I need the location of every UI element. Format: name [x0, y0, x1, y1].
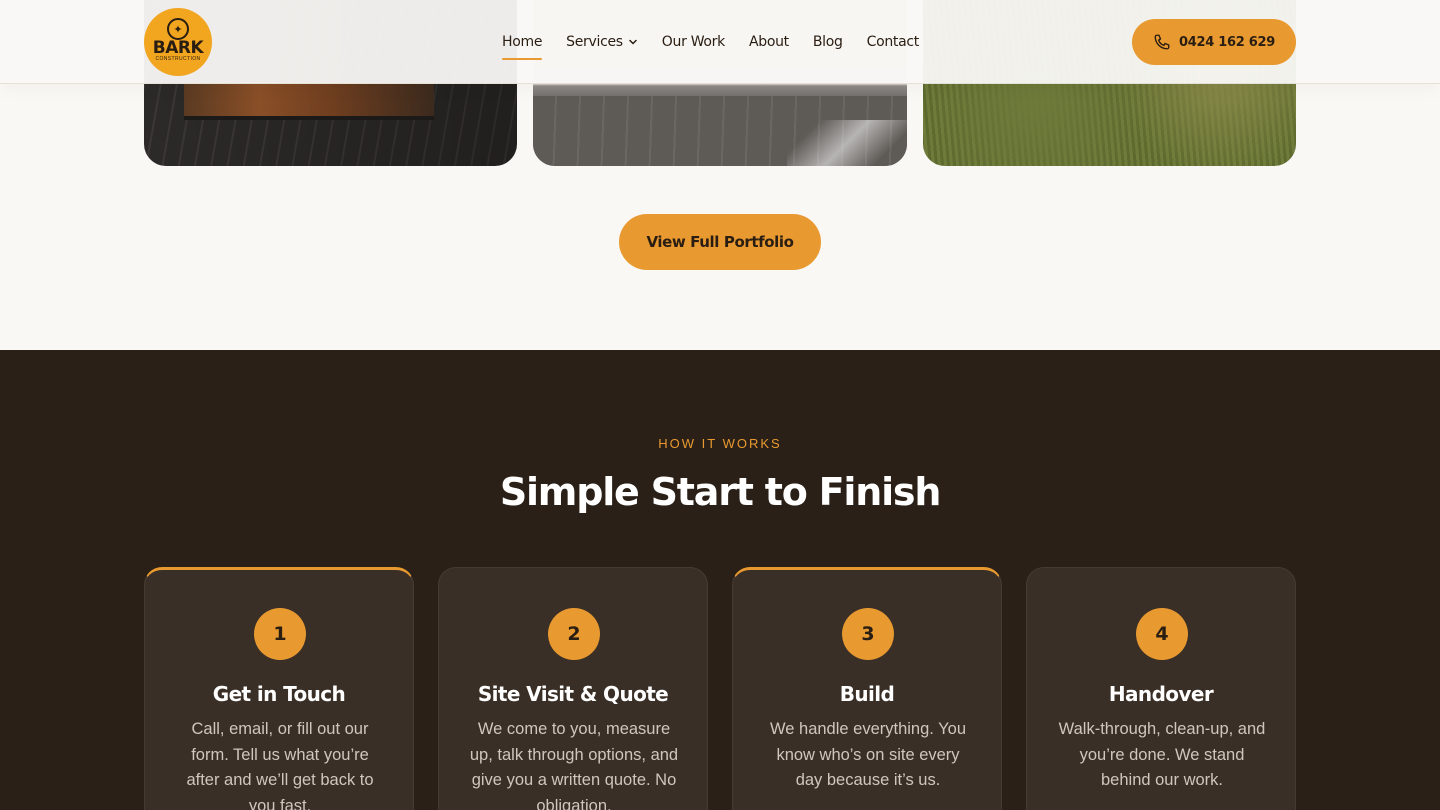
photo-detail-shine [787, 120, 907, 166]
step-description: Call, email, or fill out our form. Tell … [186, 720, 374, 810]
nav-our-work[interactable]: Our Work [662, 30, 725, 54]
how-it-works-section: HOW IT WORKS Simple Start to Finish 1 Ge… [0, 350, 1440, 810]
section-eyebrow: HOW IT WORKS [658, 436, 782, 451]
step-card-site-visit: 2 Site Visit & Quote We come to you, mea… [438, 567, 708, 810]
step-title: Handover [1108, 682, 1214, 706]
photo-detail-wall [184, 82, 434, 120]
photo-detail-rail [184, 116, 434, 120]
nav-services-label: Services [566, 34, 623, 50]
step-title: Site Visit & Quote [477, 682, 669, 706]
nav-blog-label: Blog [812, 34, 843, 50]
step-title: Build [839, 682, 895, 706]
nav-about-label: About [748, 34, 789, 50]
nav-services[interactable]: Services [566, 30, 638, 54]
main-nav: Home Services Our Work About Blog Contac… [502, 0, 919, 84]
step-number-badge: 3 [842, 608, 894, 660]
step-number-badge: 1 [254, 608, 306, 660]
site-header: ✦ BARK CONSTRUCTION Home Services Our Wo… [0, 0, 1440, 84]
step-card-get-in-touch: 1 Get in Touch Call, email, or fill out … [144, 567, 414, 810]
nav-contact[interactable]: Contact [866, 30, 920, 54]
view-full-portfolio-button[interactable]: View Full Portfolio [619, 214, 821, 270]
nav-contact-label: Contact [866, 34, 920, 50]
step-number-badge: 2 [548, 608, 600, 660]
phone-number: 0424 162 629 [1179, 34, 1275, 50]
logo-emblem-icon: ✦ [167, 18, 189, 40]
step-number-badge: 4 [1136, 608, 1188, 660]
phone-icon [1154, 34, 1170, 50]
step-card-build: 3 Build We handle everything. You know w… [732, 567, 1002, 810]
nav-home[interactable]: Home [502, 30, 543, 60]
nav-our-work-label: Our Work [661, 34, 725, 50]
bark-construction-logo[interactable]: ✦ BARK CONSTRUCTION [144, 8, 212, 76]
step-card-handover: 4 Handover Walk-through, clean-up, and y… [1026, 567, 1296, 810]
step-description: We come to you, measure up, talk through… [469, 720, 679, 810]
logo-word: BARK [152, 38, 204, 58]
phone-call-button[interactable]: 0424 162 629 [1132, 19, 1296, 65]
section-title: Simple Start to Finish [499, 470, 942, 514]
step-description: We handle everything. You know who’s on … [769, 720, 966, 789]
nav-about[interactable]: About [749, 30, 789, 54]
logo-subtitle: CONSTRUCTION [155, 56, 201, 62]
nav-home-label: Home [502, 34, 543, 50]
step-title: Get in Touch [212, 682, 346, 706]
nav-blog[interactable]: Blog [813, 30, 843, 54]
chevron-down-icon [629, 39, 637, 45]
step-description: Walk-through, clean-up, and you’re done.… [1058, 720, 1266, 789]
